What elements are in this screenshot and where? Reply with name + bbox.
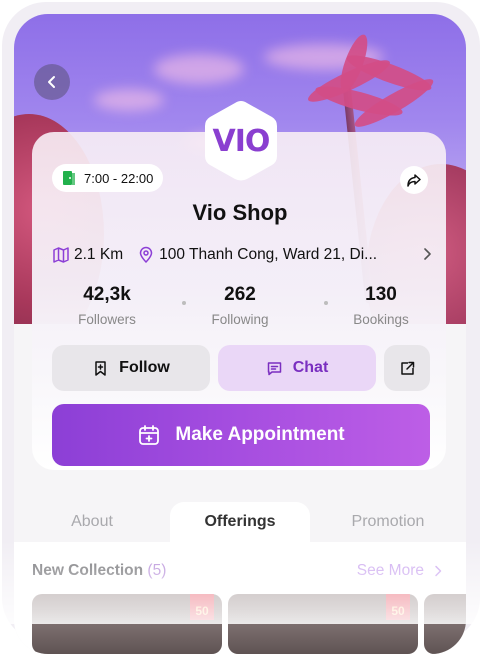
distance: 2.1 Km	[52, 246, 123, 264]
collection-item[interactable]	[424, 594, 466, 654]
stat-label: Followers	[78, 312, 136, 327]
new-collection-title: New Collection	[32, 562, 144, 579]
distance-text: 2.1 Km	[74, 246, 124, 263]
opening-hours-badge: 7:00 - 22:00	[52, 164, 164, 192]
address-text: 100 Thanh Cong, Ward 21, Di...	[159, 246, 378, 263]
stats-row: 42,3k Followers 262 Following 130 Bookin…	[52, 284, 428, 332]
stat-value: 130	[365, 284, 397, 305]
see-more-label: See More	[356, 562, 424, 579]
location-pin-icon	[139, 246, 153, 264]
stat-followers[interactable]: 42,3k Followers	[52, 284, 162, 327]
shop-profile-screen: VIO 7:00 - 22:00 Vio Shop 2.1 Km 100 Tha…	[14, 14, 466, 654]
stat-bookings[interactable]: 130 Bookings	[326, 284, 436, 327]
map-icon	[53, 247, 69, 263]
stat-label: Bookings	[353, 312, 409, 327]
open-external-button[interactable]	[384, 345, 430, 391]
see-more-link[interactable]: See More	[357, 562, 444, 580]
stat-label: Following	[211, 312, 269, 327]
tab-about[interactable]: About	[14, 502, 170, 542]
new-collection-heading: New Collection (5)	[32, 562, 166, 580]
shop-logo: VIO	[202, 98, 280, 184]
collection-item[interactable]: 50	[228, 594, 418, 654]
new-collection-count: (5)	[147, 562, 167, 579]
make-appointment-label: Make Appointment	[175, 424, 345, 445]
stat-following[interactable]: 262 Following	[185, 284, 295, 327]
chevron-right-icon	[435, 565, 442, 577]
location-row[interactable]: 2.1 Km 100 Thanh Cong, Ward 21, Di...	[52, 244, 432, 266]
tab-offerings[interactable]: Offerings	[170, 502, 310, 542]
follow-label: Follow	[119, 359, 170, 376]
chat-icon	[267, 361, 281, 375]
follow-button[interactable]: Follow	[52, 345, 210, 391]
door-icon	[63, 171, 75, 185]
offerings-panel: New Collection (5) See More 50 50	[14, 542, 466, 654]
tab-promotion[interactable]: Promotion	[310, 502, 466, 542]
chat-label: Chat	[292, 359, 329, 376]
collection-item[interactable]: 50	[32, 594, 222, 654]
discount-badge: 50	[190, 594, 214, 620]
opening-hours-text: 7:00 - 22:00	[84, 170, 154, 186]
section-tabs: About Offerings Promotion	[14, 502, 466, 542]
chevron-right-icon	[424, 248, 431, 260]
calendar-plus-icon	[139, 425, 160, 445]
back-button[interactable]	[34, 64, 70, 100]
share-button[interactable]	[400, 166, 428, 194]
back-arrow-icon	[48, 76, 55, 88]
logo-text: VIO	[212, 123, 271, 159]
stat-value: 262	[224, 284, 256, 305]
chat-button[interactable]: Chat	[218, 345, 376, 391]
make-appointment-button[interactable]: Make Appointment	[52, 404, 430, 466]
share-icon	[407, 174, 421, 187]
shop-name: Vio Shop	[192, 200, 288, 225]
discount-badge: 50	[386, 594, 410, 620]
address: 100 Thanh Cong, Ward 21, Di...	[137, 246, 377, 264]
external-link-icon	[400, 361, 414, 375]
bookmark-plus-icon	[95, 360, 106, 376]
stat-value: 42,3k	[83, 284, 131, 305]
